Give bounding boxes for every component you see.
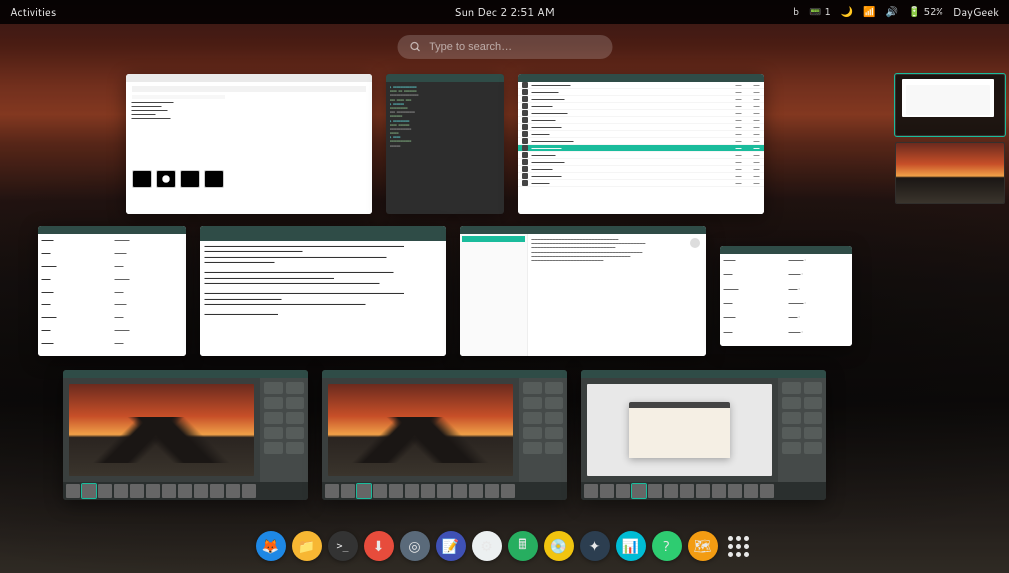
dock-app-disk[interactable]: 💿	[544, 531, 574, 561]
dock-app-software[interactable]: ⬇	[364, 531, 394, 561]
dock-app-calc[interactable]: 🖩	[508, 531, 538, 561]
system-tray: b 📟 1 🌙 📶 🔊 🔋 52% DayGeek	[793, 4, 999, 20]
activities-button[interactable]: Activities	[10, 4, 56, 20]
overview-search[interactable]	[397, 35, 612, 59]
search-input[interactable]	[429, 41, 600, 53]
dock-app-files[interactable]: 📁	[292, 531, 322, 561]
user-menu[interactable]: DayGeek	[953, 4, 999, 20]
workspace-switcher	[895, 74, 1005, 204]
dock-app-monitor[interactable]: 📊	[616, 531, 646, 561]
dock-app-screenshot[interactable]: ✦	[580, 531, 610, 561]
window-image-editor-2[interactable]	[322, 370, 567, 500]
window-settings-a[interactable]: ▬▬▬▬▬▬▬▬▬ ▬▬▬▬▬▬▬ ▬▬▬▬▬▬▬▬ ▬▬▬▬▬▬▬▬ ▬▬▬▬…	[38, 226, 186, 356]
dock-app-help[interactable]: ?	[652, 531, 682, 561]
dock-app-terminal[interactable]: >_	[328, 531, 358, 561]
clock[interactable]: Sun Dec 2 2:51 AM	[454, 4, 554, 20]
show-applications-button[interactable]	[724, 531, 754, 561]
dock-app-tweaks[interactable]: ⚙	[472, 531, 502, 561]
battery-icon[interactable]: 🔋 52%	[908, 5, 943, 19]
workspace-1[interactable]	[895, 74, 1005, 136]
temperature-indicator[interactable]: 📟 1	[809, 5, 831, 19]
window-filemanager[interactable]: ▬▬▬▬▬▬▬▬▬▬▬▬▬▬▬▬▬ ▬▬▬▬▬▬▬▬▬▬▬▬▬ ▬▬▬▬▬▬▬▬…	[518, 74, 764, 214]
search-icon	[409, 36, 421, 59]
window-image-editor-1[interactable]	[63, 370, 308, 500]
window-text-editor[interactable]: ▬▬▬▬▬▬▬▬▬▬▬▬▬▬▬▬▬▬▬▬▬▬▬▬▬▬▬▬▬▬▬▬▬▬▬▬▬▬▬▬…	[200, 226, 446, 356]
window-mail[interactable]: ▬▬▬▬▬▬▬▬▬▬▬▬▬▬▬▬▬▬▬▬▬▬▬▬▬▬▬▬▬ ▬▬▬▬▬▬▬▬▬▬…	[460, 226, 706, 356]
volume-icon[interactable]: 🔊	[886, 5, 898, 19]
bing-icon[interactable]: b	[793, 5, 799, 19]
dock-app-maps[interactable]: 🗺	[688, 531, 718, 561]
window-image-editor-3[interactable]	[581, 370, 826, 500]
window-browser[interactable]: ▬▬▬▬▬▬▬▬▬▬▬▬▬▬▬▬▬▬▬▬▬▬▬▬▬▬▬▬▬▬▬▬▬▬▬▬▬▬▬▬…	[126, 74, 372, 214]
window-overview: ▬▬▬▬▬▬▬▬▬▬▬▬▬▬▬▬▬▬▬▬▬▬▬▬▬▬▬▬▬▬▬▬▬▬▬▬▬▬▬▬…	[0, 74, 889, 503]
window-terminal[interactable]: $ ▬▬▬▬▬▬▬▬▬▬▬▬▬ ▬▬▬▬ ▬▬ ▬▬▬▬▬▬▬ ▬▬▬▬▬▬▬▬…	[386, 74, 504, 214]
network-icon[interactable]: 📶	[863, 5, 875, 19]
dock-app-text-editor[interactable]: 📝	[436, 531, 466, 561]
top-panel: Activities Sun Dec 2 2:51 AM b 📟 1 🌙 📶 🔊…	[0, 0, 1009, 24]
night-light-icon[interactable]: 🌙	[841, 5, 853, 19]
dock-app-firefox[interactable]: 🦊	[256, 531, 286, 561]
window-settings-b[interactable]: ▬▬▬▬▬▬▬▬▬ ○ ▬▬▬▬▬▬▬ ○ ▬▬▬▬▬▬▬▬ ○ ▬▬▬▬▬▬▬…	[720, 246, 852, 346]
dash: 🦊📁>_⬇◎📝⚙🖩💿✦📊?🗺	[248, 527, 762, 565]
workspace-2[interactable]	[895, 142, 1005, 204]
dock-app-chromium[interactable]: ◎	[400, 531, 430, 561]
